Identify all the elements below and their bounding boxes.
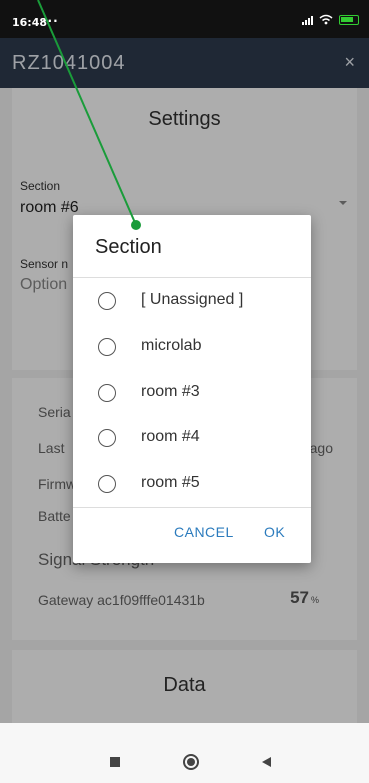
wifi-icon: [319, 14, 333, 25]
android-nav-bar: [0, 723, 369, 783]
radio-button[interactable]: [98, 475, 116, 493]
back-triangle-icon[interactable]: [262, 757, 271, 767]
section-dialog: Section [ Unassigned ] microlab room #3 …: [73, 215, 311, 563]
ok-button[interactable]: OK: [264, 524, 285, 540]
radio-button[interactable]: [98, 292, 116, 310]
dialog-divider-bottom: [73, 507, 311, 508]
cell-signal-icon: [302, 15, 313, 25]
option-label: microlab: [141, 337, 202, 354]
option-room-5[interactable]: room #5: [73, 462, 311, 506]
home-circle-icon[interactable]: [183, 754, 199, 770]
option-label: room #3: [141, 383, 200, 400]
status-icons: [302, 14, 359, 25]
option-unassigned[interactable]: [ Unassigned ]: [73, 279, 311, 323]
battery-icon: [339, 14, 359, 25]
radio-button[interactable]: [98, 384, 116, 402]
option-label: room #4: [141, 428, 200, 445]
option-room-4[interactable]: room #4: [73, 416, 311, 460]
option-room-3[interactable]: room #3: [73, 371, 311, 415]
option-label: [ Unassigned ]: [141, 291, 244, 308]
dialog-divider-top: [73, 277, 311, 278]
option-label: room #5: [141, 474, 200, 491]
notification-dots: ···: [42, 14, 59, 28]
radio-button[interactable]: [98, 429, 116, 447]
dialog-title: Section: [95, 236, 162, 258]
recents-square-icon[interactable]: [110, 757, 120, 767]
radio-button[interactable]: [98, 338, 116, 356]
status-bar: 16:48 ···: [0, 0, 369, 38]
option-microlab[interactable]: microlab: [73, 325, 311, 369]
cancel-button[interactable]: CANCEL: [174, 524, 234, 540]
